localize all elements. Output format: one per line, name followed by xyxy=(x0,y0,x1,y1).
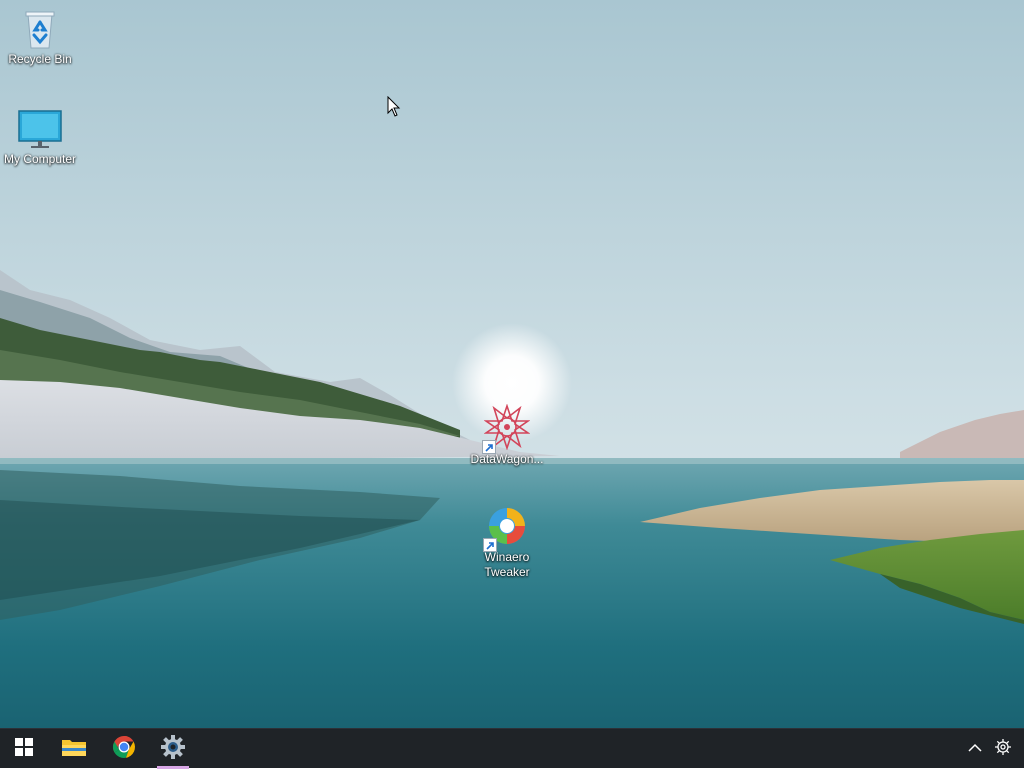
winaero-tweaker-label: Winaero Tweaker xyxy=(484,550,530,579)
chrome-icon xyxy=(112,735,136,764)
start-button[interactable] xyxy=(4,729,44,769)
my-computer-label: My Computer xyxy=(3,152,77,166)
datawagon-label: DataWagon... xyxy=(470,452,544,466)
monitor-icon xyxy=(18,108,62,150)
taskbar xyxy=(0,728,1024,769)
gear-icon xyxy=(994,738,1012,761)
taskbar-chrome[interactable] xyxy=(104,729,144,769)
folder-icon xyxy=(61,736,87,763)
recycle-bin-label: Recycle Bin xyxy=(8,52,72,66)
recycle-bin-icon xyxy=(20,8,60,50)
desktop-icon-my-computer[interactable]: My Computer xyxy=(0,108,80,167)
taskbar-file-explorer[interactable] xyxy=(54,729,94,769)
mouse-pointer-icon xyxy=(387,96,401,117)
show-hidden-icons-button[interactable] xyxy=(961,729,989,769)
datawagon-icon xyxy=(482,403,531,454)
desktop-icon-recycle-bin[interactable]: Recycle Bin xyxy=(0,8,80,67)
wallpaper-landscape xyxy=(0,0,1024,728)
tray-settings-button[interactable] xyxy=(989,729,1017,769)
shortcut-arrow-icon xyxy=(482,440,496,454)
desktop-icon-winaero-tweaker[interactable]: Winaero Tweaker xyxy=(467,506,547,580)
windows-logo-icon xyxy=(15,737,33,761)
chevron-up-icon xyxy=(968,740,982,758)
winaero-tweaker-icon xyxy=(483,506,529,552)
taskbar-settings[interactable] xyxy=(153,729,193,769)
shortcut-arrow-icon xyxy=(483,538,497,552)
desktop-icon-datawagon[interactable]: DataWagon... xyxy=(467,403,547,467)
desktop[interactable]: Recycle Bin My Computer DataWagon... Win… xyxy=(0,0,1024,728)
settings-gear-icon xyxy=(161,734,185,764)
